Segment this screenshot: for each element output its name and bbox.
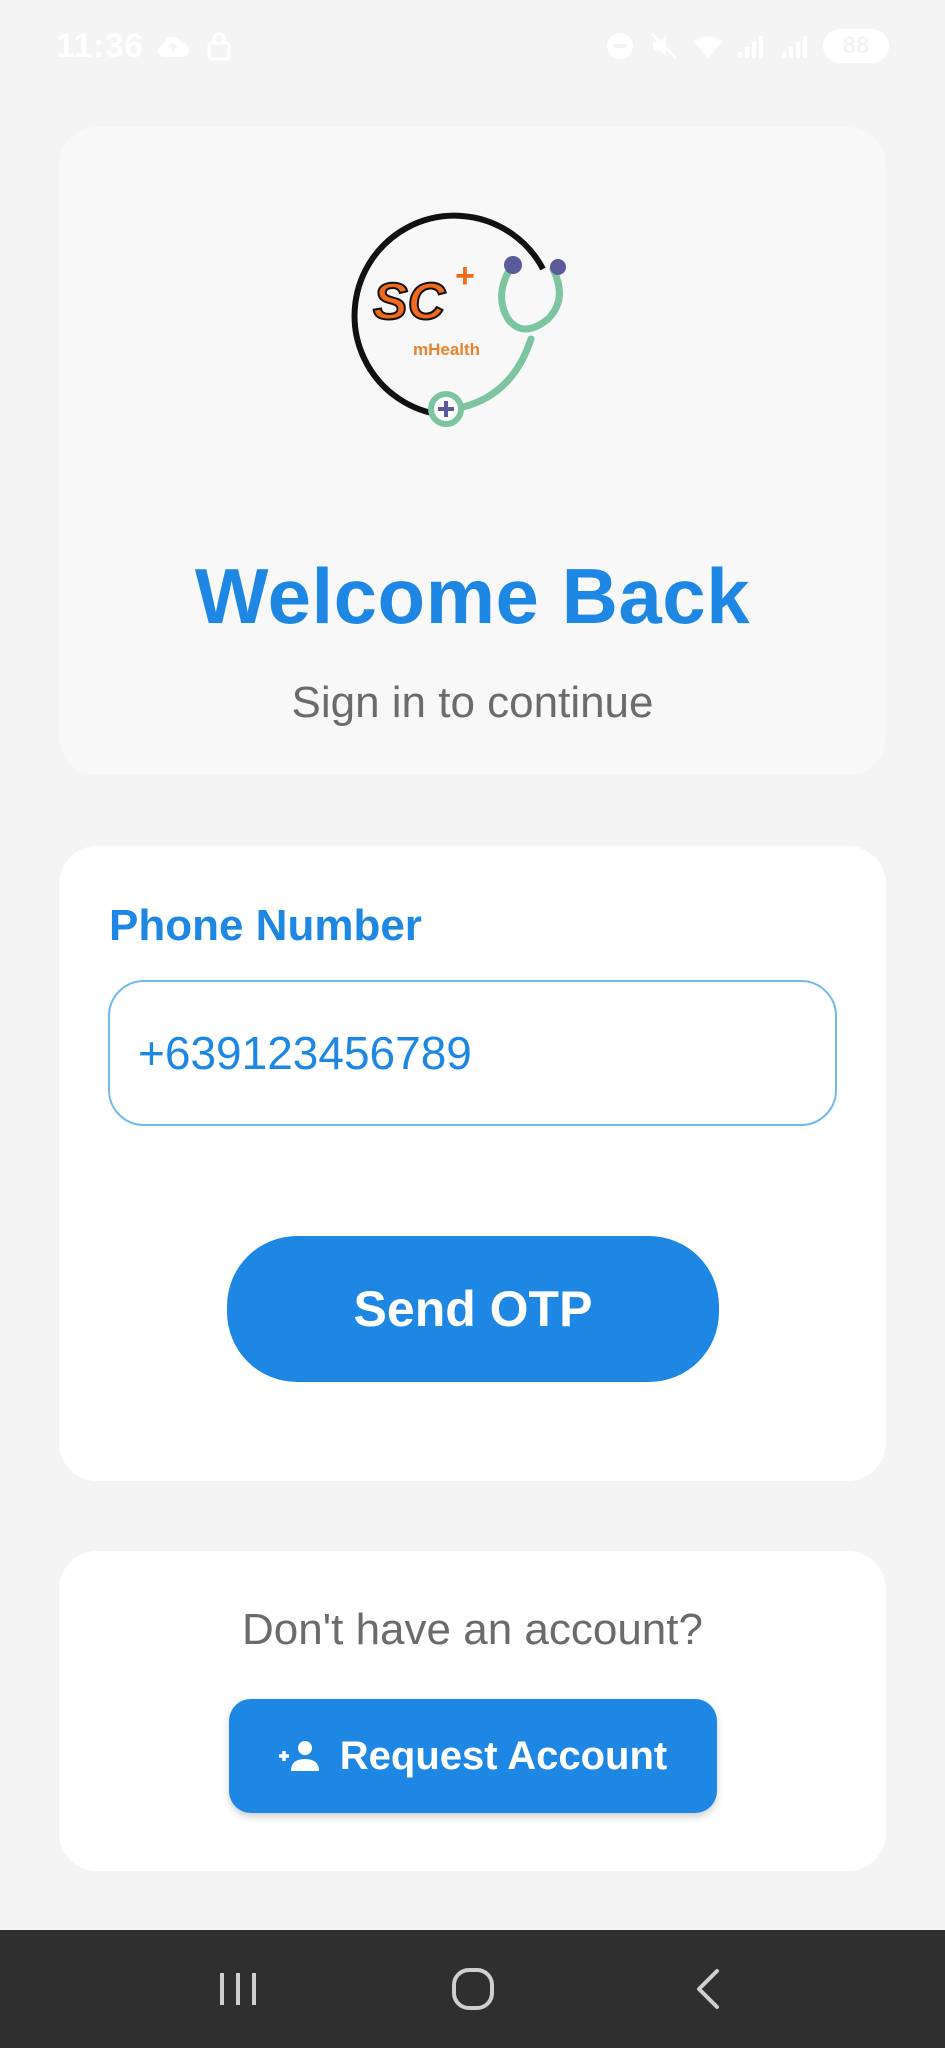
person-add-icon <box>278 1741 319 1771</box>
status-left: 11:36 <box>56 27 236 66</box>
request-account-card: Don't have an account? Request Account <box>59 1551 886 1871</box>
home-icon[interactable] <box>428 1944 518 2034</box>
logo-earpiece-right <box>549 259 566 275</box>
status-time: 11:36 <box>56 26 144 65</box>
cloud-icon <box>156 29 190 63</box>
lock-icon <box>202 29 236 63</box>
request-account-label: Request Account <box>339 1733 668 1778</box>
battery-indicator: 88 <box>823 29 889 63</box>
mute-icon <box>647 29 681 63</box>
recent-apps-icon[interactable] <box>193 1944 283 2034</box>
phone-number-input[interactable] <box>108 980 837 1126</box>
send-otp-button[interactable]: Send OTP <box>227 1236 719 1382</box>
page-title: Welcome Back <box>194 552 751 640</box>
status-bar: 11:36 88 <box>0 0 945 92</box>
status-right: 88 <box>603 29 889 63</box>
back-icon[interactable] <box>663 1944 753 2034</box>
no-account-prompt: Don't have an account? <box>242 1605 703 1654</box>
wifi-icon <box>691 29 725 63</box>
signal-icon-2 <box>779 29 813 63</box>
request-account-button[interactable]: Request Account <box>228 1699 717 1813</box>
logo-plus: + <box>455 257 475 295</box>
logo-subtext: mHealth <box>413 340 480 359</box>
do-not-disturb-icon <box>603 29 637 63</box>
signal-icon <box>735 29 769 63</box>
phone-number-label: Phone Number <box>109 901 422 950</box>
page-subtitle: Sign in to continue <box>291 678 654 727</box>
header-card: SC + mHealth Welcome Back Sign in to con… <box>59 127 886 775</box>
login-form-card: Phone Number Send OTP <box>59 846 886 1481</box>
logo-brand-text: SC <box>373 273 447 331</box>
app-logo: SC + mHealth <box>351 212 566 427</box>
navigation-bar <box>0 1930 945 2048</box>
logo-stethoscope <box>459 260 563 411</box>
logo-earpiece-left <box>503 256 522 274</box>
